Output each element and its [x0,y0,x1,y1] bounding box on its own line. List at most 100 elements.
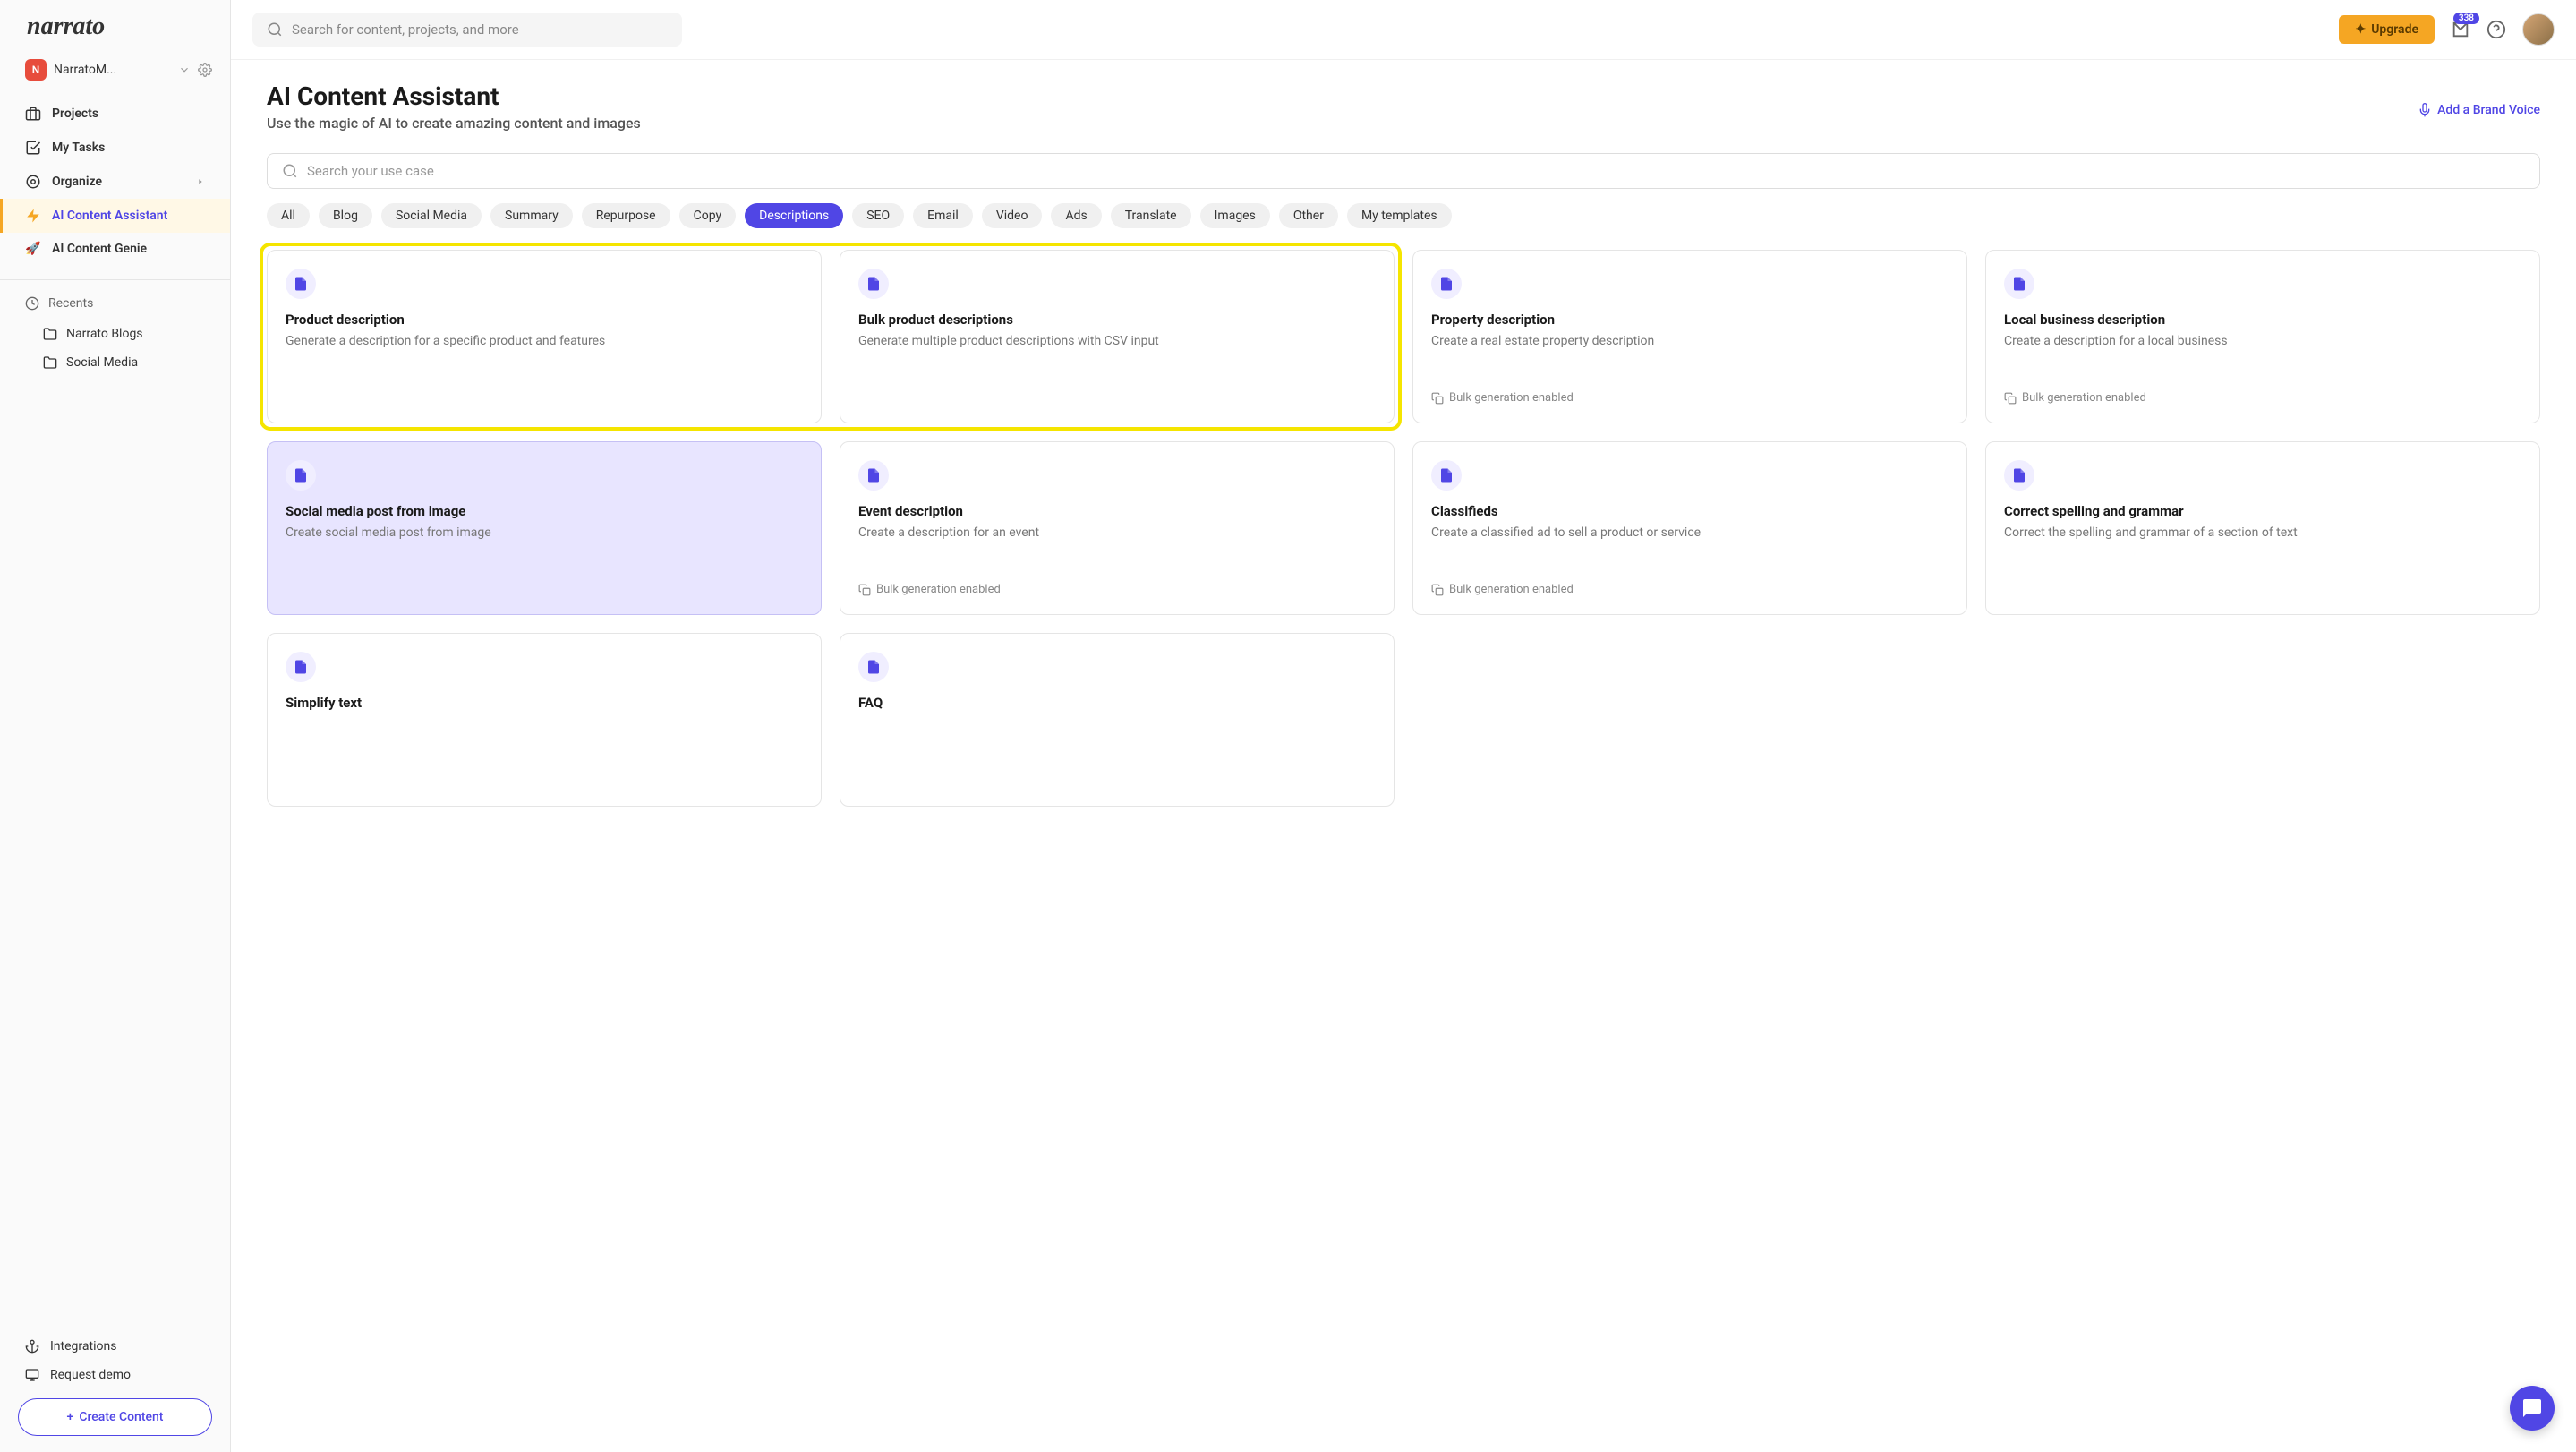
user-avatar[interactable] [2522,13,2555,46]
page-title: AI Content Assistant [267,81,641,111]
create-content-button[interactable]: + Create Content [18,1398,212,1436]
nav-label: AI Content Assistant [52,209,167,223]
card-title: Bulk product descriptions [858,312,1376,328]
bolt-icon [25,208,41,224]
chevron-down-icon[interactable] [178,64,191,76]
inbox-button[interactable]: 338 [2451,20,2470,39]
filter-other[interactable]: Other [1279,203,1338,228]
card-desc: Generate multiple product descriptions w… [858,333,1376,405]
copy-icon [1431,392,1444,405]
filter-blog[interactable]: Blog [319,203,372,228]
monitor-icon [25,1368,39,1382]
usecase-search[interactable] [267,153,2540,189]
clock-icon [25,296,39,311]
filter-social-media[interactable]: Social Media [381,203,482,228]
filter-ads[interactable]: Ads [1051,203,1101,228]
content-area: AI Content Assistant Use the magic of AI… [231,60,2576,1452]
bulk-label: Bulk generation enabled [1449,583,1574,596]
card-desc: Create a description for a local busines… [2004,333,2521,380]
filter-copy[interactable]: Copy [679,203,737,228]
filter-row: All Blog Social Media Summary Repurpose Copy D… [267,203,2540,228]
filter-my-templates[interactable]: My templates [1347,203,1452,228]
nav-mytasks[interactable]: My Tasks [0,131,230,165]
link-label: Integrations [50,1339,116,1354]
template-card[interactable]: Correct spelling and grammarCorrect the … [1985,441,2540,615]
global-search[interactable] [252,13,682,47]
recent-item[interactable]: Social Media [0,348,230,377]
filter-seo[interactable]: SEO [852,203,904,228]
plus-icon: + [67,1410,74,1424]
nav-label: AI Content Genie [52,242,147,256]
template-card[interactable]: Simplify text [267,633,822,807]
copy-icon [858,584,871,596]
filter-descriptions[interactable]: Descriptions [745,203,843,228]
nav-label: My Tasks [52,141,105,155]
nav-organize[interactable]: Organize [0,165,230,199]
gear-icon[interactable] [198,63,212,77]
template-card[interactable]: FAQ [840,633,1395,807]
chevron-right-icon [196,177,205,186]
filter-images[interactable]: Images [1200,203,1270,228]
bulk-label: Bulk generation enabled [2022,391,2146,405]
upgrade-button[interactable]: ✦ Upgrade [2339,15,2435,44]
highlighted-group: Product descriptionGenerate a descriptio… [260,243,1402,431]
request-demo-link[interactable]: Request demo [18,1361,212,1389]
bulk-tag: Bulk generation enabled [2004,391,2521,405]
folder-icon [43,327,57,341]
nav-projects[interactable]: Projects [0,97,230,131]
document-icon [286,460,316,491]
recent-item[interactable]: Narrato Blogs [0,320,230,348]
card-title: Property description [1431,312,1949,328]
nav-label: Projects [52,107,98,121]
settings-icon [25,174,41,190]
document-icon [286,652,316,682]
template-card[interactable]: Event descriptionCreate a description fo… [840,441,1395,615]
add-brand-voice-link[interactable]: Add a Brand Voice [2418,103,2540,117]
template-card[interactable]: Product descriptionGenerate a descriptio… [267,250,822,423]
filter-email[interactable]: Email [913,203,973,228]
card-title: Classifieds [1431,503,1949,519]
anchor-icon [25,1339,39,1354]
sparkle-icon: ✦ [2355,22,2366,37]
topbar: ✦ Upgrade 338 [231,0,2576,60]
filter-all[interactable]: All [267,203,310,228]
card-title: FAQ [858,695,1376,711]
rocket-icon: 🚀 [25,242,41,256]
integrations-link[interactable]: Integrations [18,1332,212,1361]
workspace-avatar: N [25,59,47,81]
card-desc [858,716,1376,788]
filter-video[interactable]: Video [982,203,1043,228]
bulk-label: Bulk generation enabled [876,583,1001,596]
nav-ai-assistant[interactable]: AI Content Assistant [0,199,230,233]
document-icon [2004,269,2034,299]
folder-icon [43,355,57,370]
card-desc: Create social media post from image [286,525,803,596]
template-card[interactable]: Bulk product descriptions Generate multip… [840,250,1395,423]
template-card[interactable]: Local business description Create a descr… [1985,250,2540,423]
help-button[interactable] [2486,20,2506,39]
template-card[interactable]: Social media post from imageCreate socia… [267,441,822,615]
sidebar-bottom: Integrations Request demo + Create Conte… [0,1323,230,1452]
filter-repurpose[interactable]: Repurpose [582,203,670,228]
bulk-tag: Bulk generation enabled [1431,391,1949,405]
filter-summary[interactable]: Summary [490,203,573,228]
template-card[interactable]: ClassifiedsCreate a classified ad to sel… [1412,441,1967,615]
recents-header: Recents [0,287,230,320]
filter-translate[interactable]: Translate [1111,203,1191,228]
usecase-input[interactable] [307,163,2525,179]
nav-ai-genie[interactable]: 🚀 AI Content Genie [0,233,230,265]
logo[interactable]: narrato [0,0,230,50]
chat-icon [2521,1397,2543,1419]
search-input[interactable] [292,21,668,38]
card-desc: Create a real estate property descriptio… [1431,333,1949,380]
card-title: Local business description [2004,312,2521,328]
sidebar: narrato N NarratoM... Projects [0,0,231,1452]
template-card[interactable]: Property description Create a real estate… [1412,250,1967,423]
chat-fab[interactable] [2510,1386,2555,1431]
bulk-tag: Bulk generation enabled [858,583,1376,596]
workspace-selector[interactable]: N NarratoM... [0,50,230,90]
document-icon [1431,460,1462,491]
card-grid: Product descriptionGenerate a descriptio… [267,250,2540,807]
card-title: Simplify text [286,695,803,711]
search-icon [282,163,298,179]
